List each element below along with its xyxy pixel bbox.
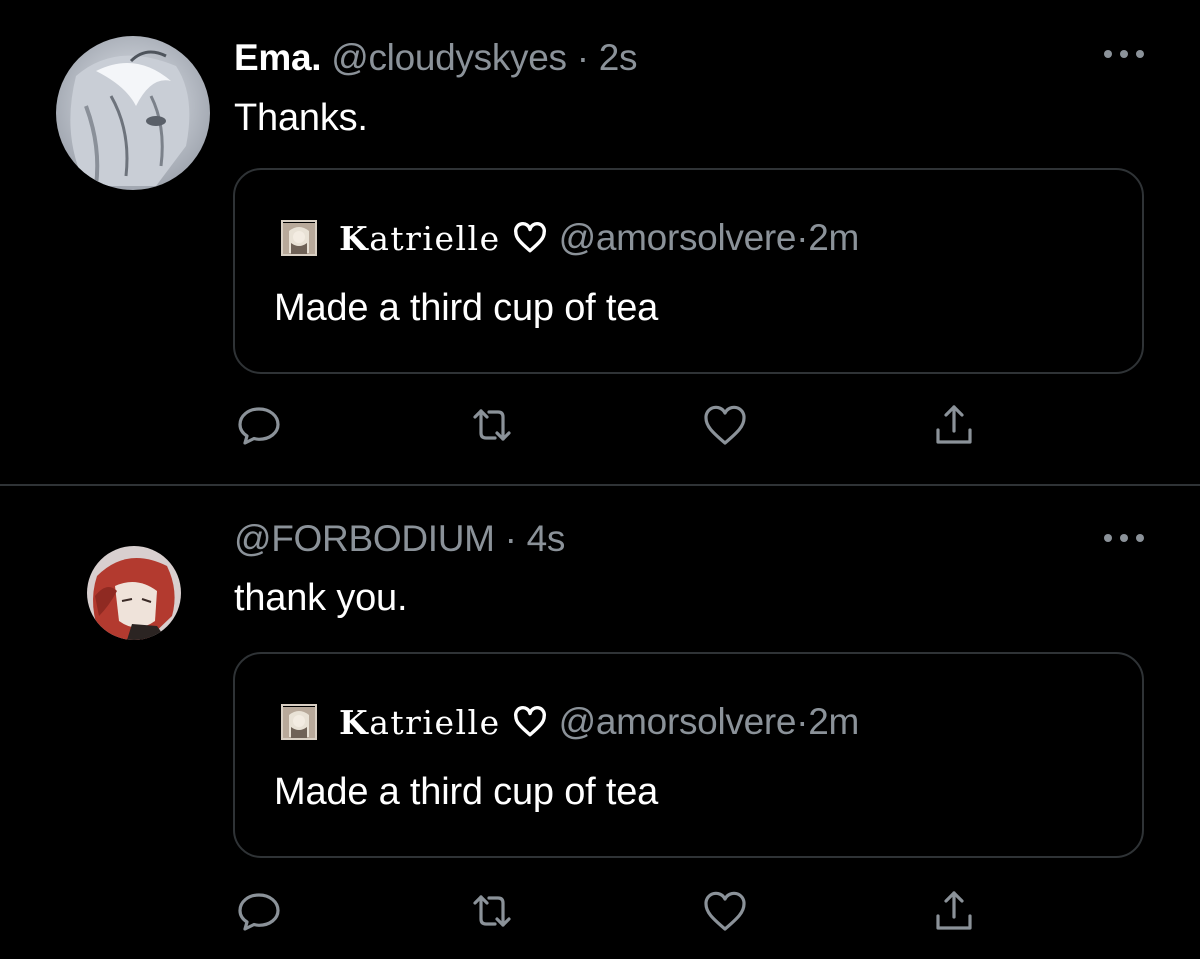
- quoted-tweet-header: Katrielle @amorsolvere · 2m: [281, 700, 859, 744]
- separator: ·: [494, 518, 527, 559]
- quoted-user-handle[interactable]: @amorsolvere: [559, 701, 797, 743]
- timeline: Ema. @cloudyskyes · 2s Thanks. Katrielle: [0, 0, 1200, 959]
- quoted-display-name[interactable]: Katrielle: [339, 703, 501, 742]
- quoted-timestamp[interactable]: 2m: [808, 701, 859, 743]
- more-horizontal-icon[interactable]: [1104, 48, 1144, 60]
- reply-icon[interactable]: [234, 400, 284, 450]
- action-bar: [0, 886, 1200, 936]
- quoted-tweet[interactable]: Katrielle @amorsolvere · 2m Made a third…: [233, 168, 1144, 374]
- quoted-timestamp[interactable]: 2m: [808, 217, 859, 259]
- action-bar: [0, 400, 1200, 450]
- separator: ·: [566, 37, 599, 78]
- more-horizontal-icon[interactable]: [1104, 532, 1144, 544]
- tweet[interactable]: Ema. @cloudyskyes · 2s Thanks. Katrielle: [0, 0, 1200, 485]
- heart-icon[interactable]: [700, 400, 750, 450]
- quoted-tweet-text: Made a third cup of tea: [274, 771, 659, 813]
- tweet-text: Thanks.: [234, 97, 368, 139]
- heart-icon[interactable]: [700, 886, 750, 936]
- quoted-avatar: [281, 220, 317, 256]
- timestamp[interactable]: 4s: [527, 518, 566, 559]
- separator: ·: [796, 217, 809, 258]
- quoted-tweet-text: Made a third cup of tea: [274, 287, 659, 329]
- display-name[interactable]: Ema.: [234, 37, 331, 78]
- tweet-header: Ema. @cloudyskyes · 2s: [234, 36, 637, 80]
- heart-icon: [513, 706, 546, 737]
- timestamp[interactable]: 2s: [599, 37, 638, 78]
- reply-icon[interactable]: [234, 886, 284, 936]
- user-handle[interactable]: @cloudyskyes: [331, 37, 567, 78]
- heart-icon: [513, 222, 546, 253]
- retweet-icon[interactable]: [467, 886, 517, 936]
- quoted-tweet[interactable]: Katrielle @amorsolvere · 2m Made a third…: [233, 652, 1144, 858]
- quoted-tweet-header: Katrielle @amorsolvere · 2m: [281, 216, 859, 260]
- tweet[interactable]: @FORBODIUM · 4s thank you. Katrielle @am…: [0, 486, 1200, 959]
- user-handle[interactable]: @FORBODIUM: [234, 518, 495, 559]
- quoted-display-name[interactable]: Katrielle: [339, 219, 501, 258]
- avatar[interactable]: [87, 546, 181, 640]
- share-icon[interactable]: [929, 400, 979, 450]
- share-icon[interactable]: [929, 886, 979, 936]
- tweet-header: @FORBODIUM · 4s: [234, 517, 565, 561]
- retweet-icon[interactable]: [467, 400, 517, 450]
- separator: ·: [796, 701, 809, 742]
- tweet-text: thank you.: [234, 577, 408, 619]
- quoted-avatar: [281, 704, 317, 740]
- quoted-user-handle[interactable]: @amorsolvere: [559, 217, 797, 259]
- avatar[interactable]: [56, 36, 210, 190]
